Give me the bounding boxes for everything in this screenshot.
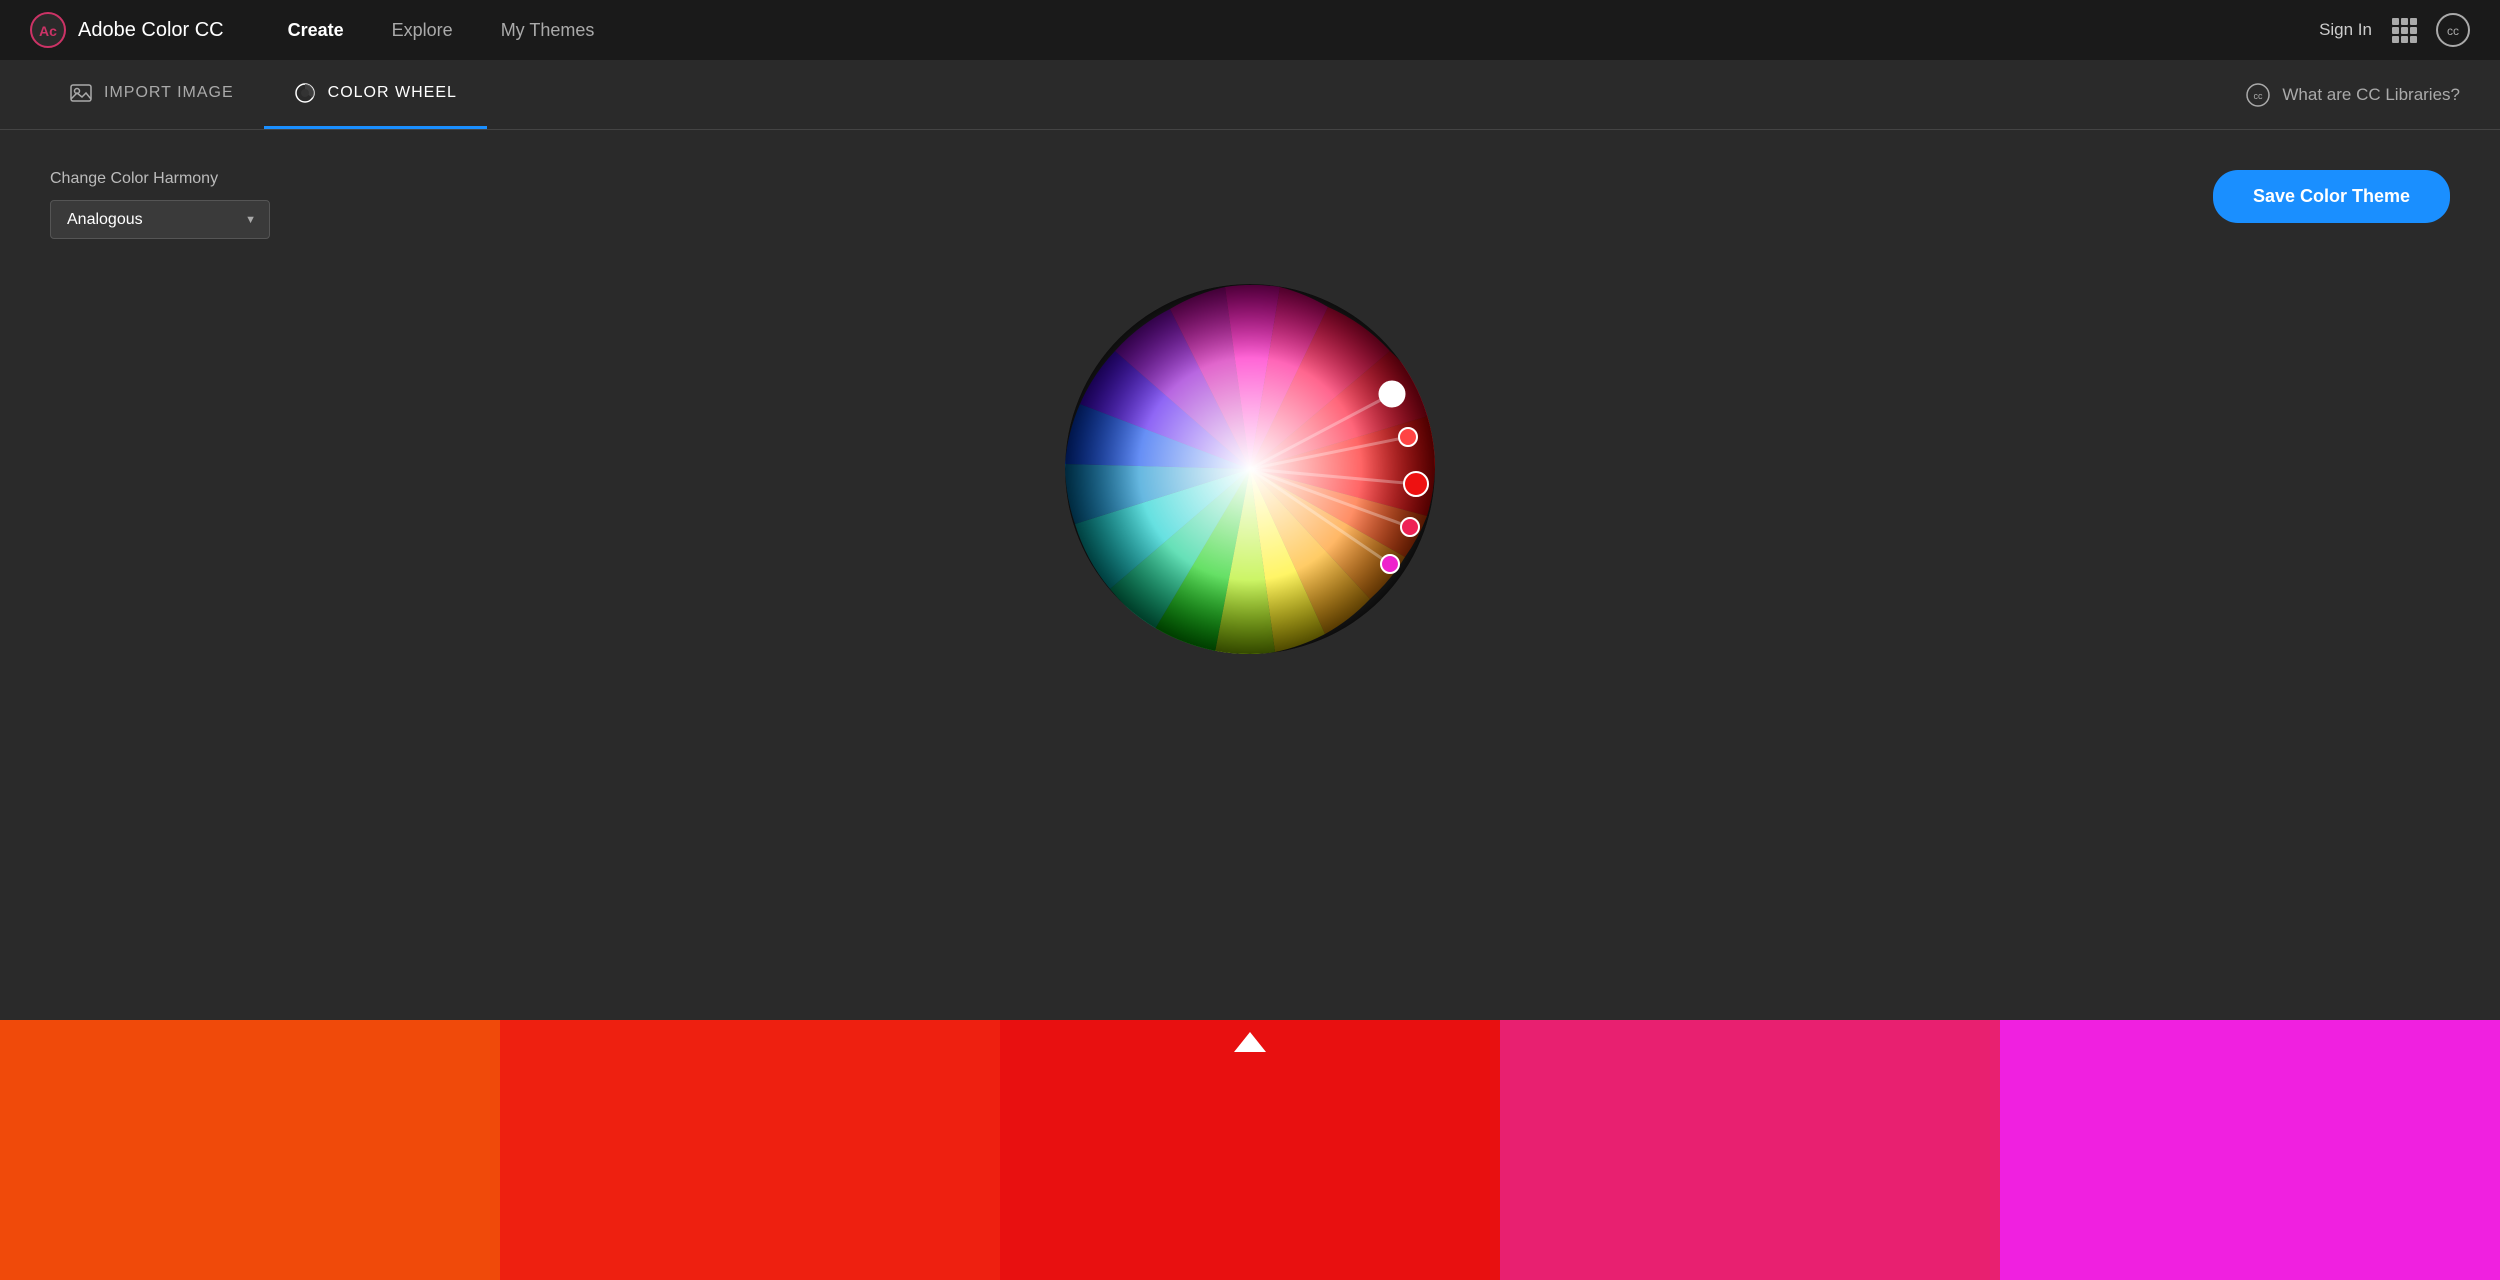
apps-grid-icon[interactable] xyxy=(2392,18,2416,42)
brand-title: Adobe Color CC xyxy=(78,19,224,42)
harmony-select[interactable]: Analogous Monochromatic Triad Complement… xyxy=(50,200,270,239)
cc-libraries-icon: cc xyxy=(2246,83,2270,107)
save-color-theme-button[interactable]: Save Color Theme xyxy=(2213,170,2450,223)
adobe-logo: Ac xyxy=(30,12,66,48)
import-image-icon xyxy=(70,82,92,104)
harmony-select-wrapper: Analogous Monochromatic Triad Complement… xyxy=(50,200,270,239)
nav-explore[interactable]: Explore xyxy=(368,0,477,60)
sign-in-button[interactable]: Sign In xyxy=(2319,20,2372,40)
color-wheel-container[interactable] xyxy=(1060,279,1440,659)
brand: Ac Adobe Color CC xyxy=(30,12,224,48)
sub-nav: IMPORT IMAGE COLOR WHEEL cc What are CC … xyxy=(0,60,2500,130)
nav-right: Sign In cc xyxy=(2319,13,2470,47)
svg-text:cc: cc xyxy=(2254,91,2264,101)
nav-my-themes[interactable]: My Themes xyxy=(477,0,619,60)
controls-row: Change Color Harmony Analogous Monochrom… xyxy=(50,170,2450,239)
color-wheel-icon xyxy=(294,82,316,104)
wheel-area xyxy=(50,279,2450,659)
color-wheel-svg xyxy=(1060,279,1440,659)
nav-create[interactable]: Create xyxy=(264,0,368,60)
top-nav: Ac Adobe Color CC Create Explore My Them… xyxy=(0,0,2500,60)
main-content: Change Color Harmony Analogous Monochrom… xyxy=(0,130,2500,1280)
swatches-row xyxy=(0,1020,2500,1280)
tab-color-wheel[interactable]: COLOR WHEEL xyxy=(264,60,487,129)
nav-links: Create Explore My Themes xyxy=(264,0,2319,60)
swatch-4[interactable] xyxy=(1500,1020,2000,1280)
harmony-section: Change Color Harmony Analogous Monochrom… xyxy=(50,170,270,239)
swatch-indicator xyxy=(1234,1032,1266,1052)
tab-import-image[interactable]: IMPORT IMAGE xyxy=(40,60,264,129)
svg-text:Ac: Ac xyxy=(39,23,57,39)
svg-text:cc: cc xyxy=(2447,24,2459,38)
swatch-3[interactable] xyxy=(1000,1020,1500,1280)
cc-libraries-link[interactable]: cc What are CC Libraries? xyxy=(2246,83,2460,107)
swatch-1[interactable] xyxy=(0,1020,500,1280)
sub-tabs: IMPORT IMAGE COLOR WHEEL xyxy=(40,60,487,129)
cc-logo-icon[interactable]: cc xyxy=(2436,13,2470,47)
harmony-label: Change Color Harmony xyxy=(50,170,270,188)
swatch-5[interactable] xyxy=(2000,1020,2500,1280)
swatch-2[interactable] xyxy=(500,1020,1000,1280)
